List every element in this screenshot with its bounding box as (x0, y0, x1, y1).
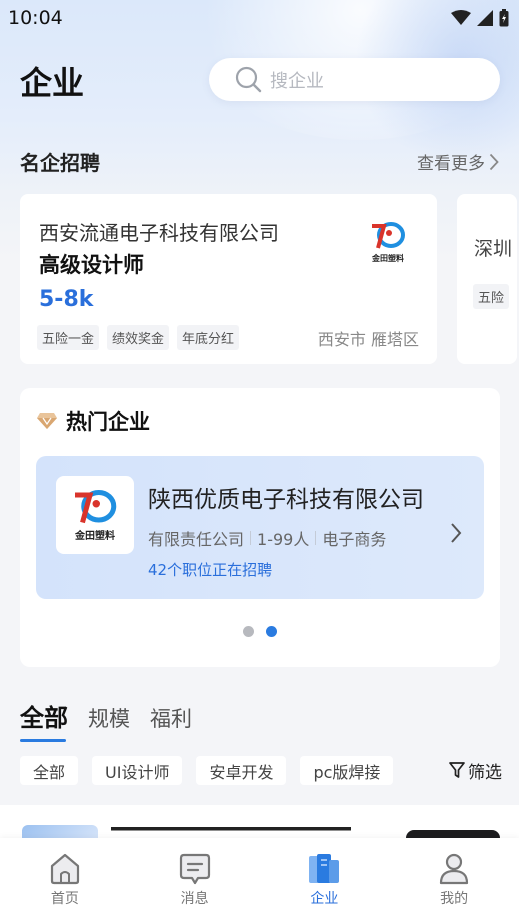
job-tags: 五险一金 绩效奖金 年底分红 (37, 325, 240, 350)
bottom-tab-bar: 首页 消息 企业 我的 (0, 838, 519, 924)
filter-chip[interactable]: UI设计师 (92, 756, 183, 785)
home-icon (50, 853, 79, 885)
tab-scale[interactable]: 规模 (88, 703, 130, 733)
hot-company-name: 陕西优质电子科技有限公司 (148, 487, 424, 513)
funnel-icon (449, 762, 465, 778)
chevron-right-icon (489, 153, 499, 170)
company-industry: 电子商务 (322, 530, 387, 549)
hot-section-header: 热门企业 (36, 406, 150, 436)
search-input[interactable]: 搜企业 (209, 58, 500, 101)
signal-icon (477, 10, 493, 26)
filter-chip[interactable]: pc版焊接 (300, 756, 394, 785)
carousel-dots (20, 626, 500, 637)
filter-chip[interactable]: 安卓开发 (196, 756, 287, 785)
enterprise-icon (309, 854, 340, 883)
hot-company-meta: 有限责任公司 1-99人 电子商务 (148, 526, 386, 550)
hot-companies-panel: 热门企业 金田塑料 陕西优质电子科技有限公司 有限责任公司 1-99人 电子商务… (20, 388, 500, 667)
company-logo: 金田塑料 (371, 222, 405, 263)
status-bar: 10:04 (0, 0, 519, 36)
filter-chip[interactable]: 全部 (20, 756, 79, 785)
job-card[interactable]: 西安流通电子科技有限公司 高级设计师 5-8k 五险一金 绩效奖金 年底分红 西… (20, 194, 437, 364)
page-title: 企业 (20, 64, 85, 102)
tab-label: 首页 (50, 891, 79, 907)
job-salary: 5-8k (39, 287, 94, 312)
filter-row: 全部 UI设计师 安卓开发 pc版焊接 筛选 (20, 756, 502, 785)
company-type: 有限责任公司 (148, 530, 245, 549)
open-positions: 42个职位正在招聘 (148, 561, 273, 579)
svg-text:金田塑料: 金田塑料 (74, 529, 115, 542)
filter-label: 筛选 (468, 763, 502, 783)
message-icon (179, 853, 210, 885)
company-size: 1-99人 (257, 530, 310, 549)
wifi-icon (451, 10, 471, 25)
battery-icon (499, 9, 509, 27)
search-icon (235, 66, 262, 93)
job-company: 深圳 (474, 238, 513, 260)
profile-icon (440, 853, 469, 885)
job-location: 西安市 雁塔区 (317, 330, 419, 349)
svg-text:金田塑料: 金田塑料 (371, 253, 404, 263)
tab-enterprise[interactable]: 企业 (284, 852, 364, 908)
carousel-dot-active[interactable] (266, 626, 277, 637)
job-company: 西安流通电子科技有限公司 (39, 221, 279, 245)
job-title: 高级设计师 (39, 253, 144, 277)
benefit-tag: 绩效奖金 (107, 325, 170, 350)
famous-section-header: 名企招聘 查看更多 (20, 147, 499, 176)
tab-home[interactable]: 首页 (25, 852, 105, 908)
company-logo: 金田塑料 (56, 476, 134, 554)
tab-profile[interactable]: 我的 (414, 852, 494, 908)
famous-section-title: 名企招聘 (20, 151, 100, 175)
hot-company-card[interactable]: 金田塑料 陕西优质电子科技有限公司 有限责任公司 1-99人 电子商务 42个职… (36, 456, 484, 599)
tab-messages[interactable]: 消息 (155, 852, 235, 908)
tab-label: 企业 (310, 891, 339, 907)
tab-label: 消息 (180, 891, 209, 907)
search-placeholder: 搜企业 (270, 70, 324, 92)
job-card[interactable]: 深圳 五险 (457, 194, 517, 364)
benefit-tag: 五险一金 (37, 325, 100, 350)
hot-section-title: 热门企业 (66, 410, 150, 434)
carousel-dot[interactable] (243, 626, 254, 637)
tab-label: 我的 (440, 891, 469, 907)
tab-welfare[interactable]: 福利 (150, 703, 192, 733)
status-time: 10:04 (8, 7, 63, 29)
filter-button[interactable]: 筛选 (449, 758, 502, 783)
status-icons (451, 9, 509, 27)
benefit-tag: 五险 (473, 284, 510, 309)
category-tabs: 全部 规模 福利 (20, 698, 192, 742)
view-more-link[interactable]: 查看更多 (417, 149, 499, 174)
view-more-label: 查看更多 (417, 154, 485, 174)
tab-all[interactable]: 全部 (20, 698, 68, 742)
diamond-icon (37, 413, 57, 429)
chevron-right-icon (451, 523, 462, 543)
benefit-tag: 年底分红 (177, 325, 240, 350)
